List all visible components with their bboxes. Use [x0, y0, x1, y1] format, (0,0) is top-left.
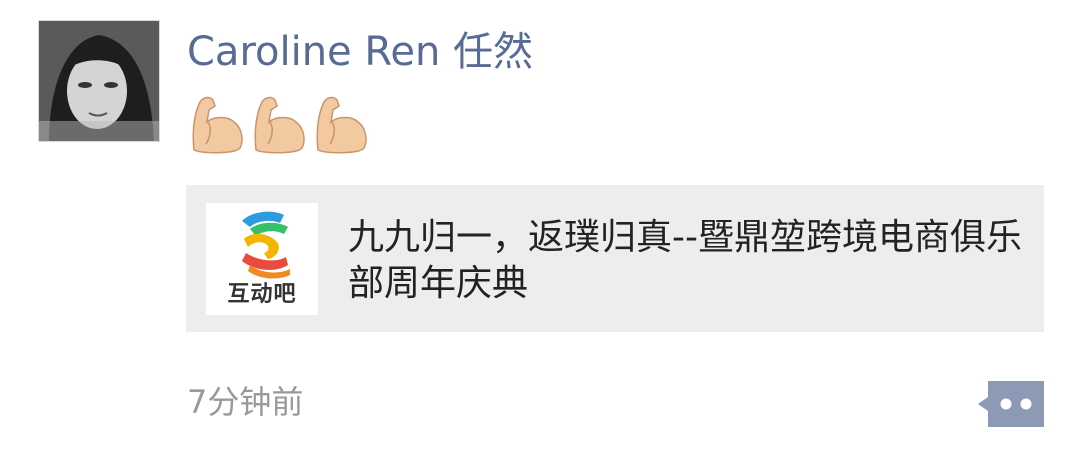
avatar[interactable] — [38, 20, 160, 142]
flexed-biceps-icon — [192, 96, 243, 154]
hudongba-logo: 互动吧 — [206, 203, 318, 315]
shared-link-card[interactable]: 互动吧 九九归一，返璞归真--暨鼎堃跨境电商俱乐部周年庆典 — [186, 185, 1044, 332]
card-source-label: 互动吧 — [227, 282, 297, 307]
flexed-biceps-icon — [254, 96, 305, 154]
avatar-photo — [39, 21, 159, 141]
post-text — [188, 92, 370, 156]
more-dots-icon — [978, 381, 1044, 427]
author-name[interactable]: Caroline Ren 任然 — [187, 26, 533, 78]
colorful-hands-icon — [242, 211, 290, 279]
comment-menu-button[interactable] — [976, 381, 1044, 427]
post-timestamp: 7分钟前 — [187, 383, 304, 421]
card-title: 九九归一，返璞归真--暨鼎堃跨境电商俱乐部周年庆典 — [348, 217, 1022, 304]
flexed-biceps-icon — [316, 96, 367, 154]
